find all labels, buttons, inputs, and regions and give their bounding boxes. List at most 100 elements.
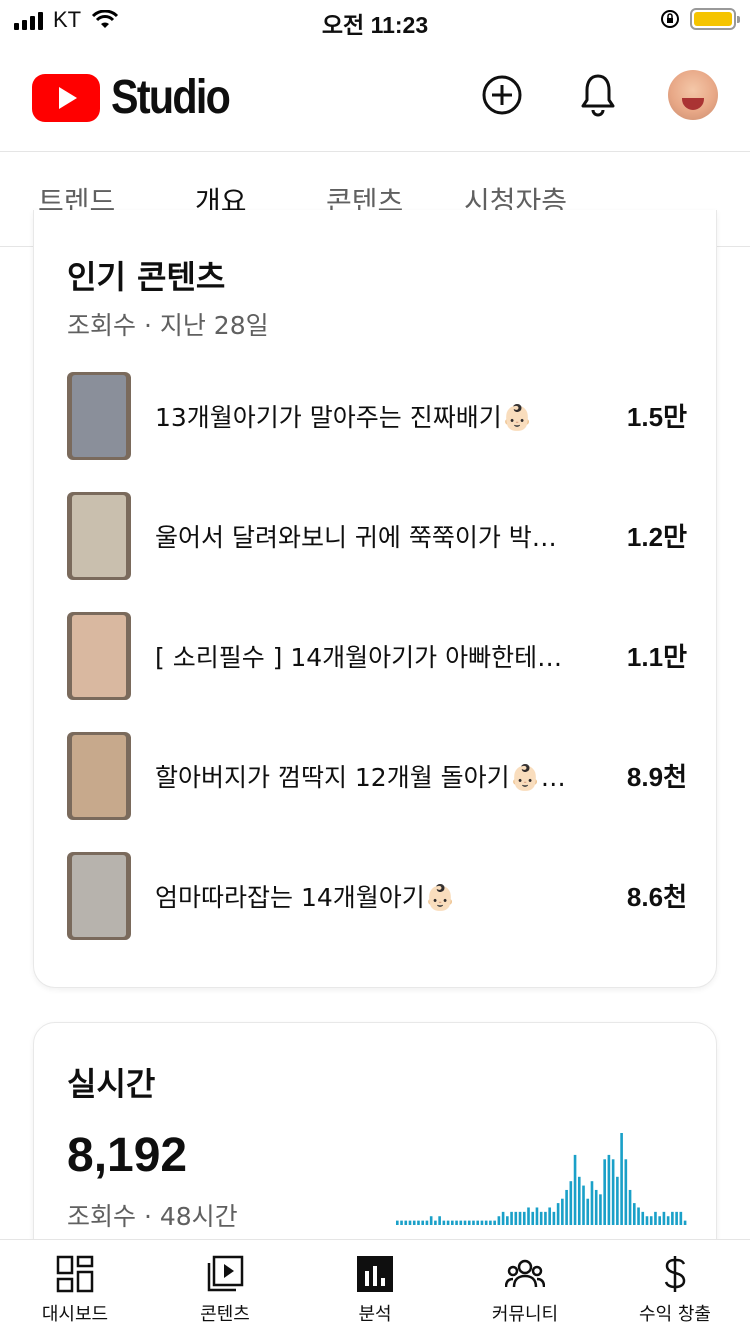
video-thumbnail xyxy=(67,372,131,460)
chart-bar xyxy=(679,1211,683,1225)
realtime-subtitle: 조회수 · 48시간 xyxy=(67,1202,238,1231)
chart-bar xyxy=(459,1220,463,1225)
chart-bar xyxy=(582,1185,585,1225)
video-views: 1.1만 xyxy=(626,642,687,672)
bottom-nav: 대시보드 콘텐츠 분석 커뮤니티 수익 창출 xyxy=(0,1239,750,1334)
chart-bar xyxy=(599,1194,602,1225)
chart-bar xyxy=(535,1207,539,1225)
video-row[interactable]: 울어서 달려와보니 귀에 쭉쭉이가 박… 1.2만 xyxy=(67,492,687,580)
video-thumbnail xyxy=(67,612,131,700)
analytics-icon xyxy=(357,1256,393,1292)
chart-bar xyxy=(577,1176,581,1225)
chart-bar xyxy=(544,1211,547,1225)
video-title: 울어서 달려와보니 귀에 쭉쭉이가 박… xyxy=(155,523,557,552)
nav-label: 콘텐츠 xyxy=(200,1304,250,1325)
video-row[interactable]: 할아버지가 껌딱지 12개월 돌아기👶🏻… 8.9천 xyxy=(67,732,687,820)
chart-bar xyxy=(658,1216,661,1225)
chart-bar xyxy=(666,1216,670,1225)
chart-bar xyxy=(421,1220,425,1225)
chart-bar xyxy=(632,1203,636,1225)
popular-content-card: 인기 콘텐츠 조회수 · 지난 28일 13개월아기가 말아주는 진짜배기👶🏻 … xyxy=(33,210,717,988)
nav-community[interactable]: 커뮤니티 xyxy=(450,1240,600,1334)
chart-bar xyxy=(539,1211,543,1225)
chart-bar xyxy=(607,1154,611,1225)
chart-bar xyxy=(637,1207,640,1225)
chart-bar xyxy=(671,1211,674,1225)
chart-bar xyxy=(565,1189,568,1225)
chart-bar xyxy=(683,1220,687,1225)
video-row[interactable]: [ 소리필수 ] 14개월아기가 아빠한테… 1.1만 xyxy=(67,612,687,700)
chart-bar xyxy=(573,1154,577,1225)
chart-bar xyxy=(624,1159,628,1225)
chart-bar xyxy=(620,1133,623,1225)
rotation-lock-icon xyxy=(661,10,679,28)
chart-bar xyxy=(463,1220,467,1225)
video-views: 8.9천 xyxy=(626,762,687,792)
chart-bar xyxy=(480,1220,484,1225)
avatar[interactable] xyxy=(668,70,718,120)
realtime-count: 8,192 xyxy=(67,1129,188,1182)
realtime-chart xyxy=(396,1133,687,1225)
chart-bar xyxy=(408,1220,412,1225)
video-views: 1.5만 xyxy=(626,402,687,432)
nav-content[interactable]: 콘텐츠 xyxy=(150,1240,300,1334)
video-title: [ 소리필수 ] 14개월아기가 아빠한테… xyxy=(155,643,563,672)
dashboard-icon xyxy=(56,1255,94,1293)
chart-bar xyxy=(531,1211,535,1225)
app-header: Studio xyxy=(0,40,750,152)
realtime-title: 실시간 xyxy=(67,1065,156,1103)
chart-bar xyxy=(472,1220,475,1225)
nav-dashboard[interactable]: 대시보드 xyxy=(0,1240,150,1334)
chart-bar xyxy=(412,1220,416,1225)
chart-bar xyxy=(628,1189,632,1225)
chart-bar xyxy=(527,1207,530,1225)
chart-bar xyxy=(510,1211,513,1225)
youtube-play-icon xyxy=(32,73,100,122)
chart-bar xyxy=(514,1211,518,1225)
chart-bar xyxy=(497,1216,501,1225)
chart-bar xyxy=(645,1216,649,1225)
chart-bar xyxy=(425,1220,429,1225)
chart-bar xyxy=(489,1220,492,1225)
chart-bar xyxy=(438,1216,441,1225)
chart-bar xyxy=(649,1216,653,1225)
chart-bar xyxy=(404,1220,408,1225)
card-title: 인기 콘텐츠 xyxy=(67,258,226,296)
chart-bar xyxy=(455,1220,458,1225)
chart-bar xyxy=(396,1220,399,1225)
video-thumbnail xyxy=(67,732,131,820)
chart-bar xyxy=(506,1216,509,1225)
video-views: 8.6천 xyxy=(626,882,687,912)
chart-bar xyxy=(522,1211,526,1225)
logo-text: Studio xyxy=(111,71,231,124)
create-icon[interactable] xyxy=(481,74,523,116)
chart-bar xyxy=(493,1220,496,1225)
nav-analytics[interactable]: 분석 xyxy=(300,1240,450,1334)
video-title: 13개월아기가 말아주는 진짜배기👶🏻 xyxy=(155,403,533,432)
content-icon xyxy=(207,1255,244,1292)
card-subtitle: 조회수 · 지난 28일 xyxy=(67,311,269,340)
nav-monetization[interactable]: 수익 창출 xyxy=(600,1240,750,1334)
chart-bar xyxy=(484,1220,488,1225)
video-row[interactable]: 13개월아기가 말아주는 진짜배기👶🏻 1.5만 xyxy=(67,372,687,460)
chart-bar xyxy=(442,1220,446,1225)
chart-bar xyxy=(400,1220,403,1225)
monetization-icon xyxy=(664,1256,686,1292)
status-bar: KT 오전 11:23 xyxy=(0,0,750,40)
video-thumbnail xyxy=(67,492,131,580)
chart-bar xyxy=(561,1198,564,1225)
chart-bar xyxy=(451,1220,454,1225)
chart-bar xyxy=(434,1220,437,1225)
chart-bar xyxy=(476,1220,480,1225)
video-row[interactable]: 엄마따라잡는 14개월아기👶🏻 8.6천 xyxy=(67,852,687,940)
chart-bar xyxy=(616,1176,619,1225)
nav-label: 수익 창출 xyxy=(639,1304,711,1325)
status-right xyxy=(660,8,740,30)
bell-icon[interactable] xyxy=(579,72,617,118)
community-icon xyxy=(505,1259,545,1288)
chart-bar xyxy=(590,1181,594,1225)
chart-bar xyxy=(594,1189,598,1225)
status-time: 오전 11:23 xyxy=(321,12,429,38)
chart-bar xyxy=(501,1211,505,1225)
youtube-studio-logo[interactable]: Studio xyxy=(32,70,248,125)
